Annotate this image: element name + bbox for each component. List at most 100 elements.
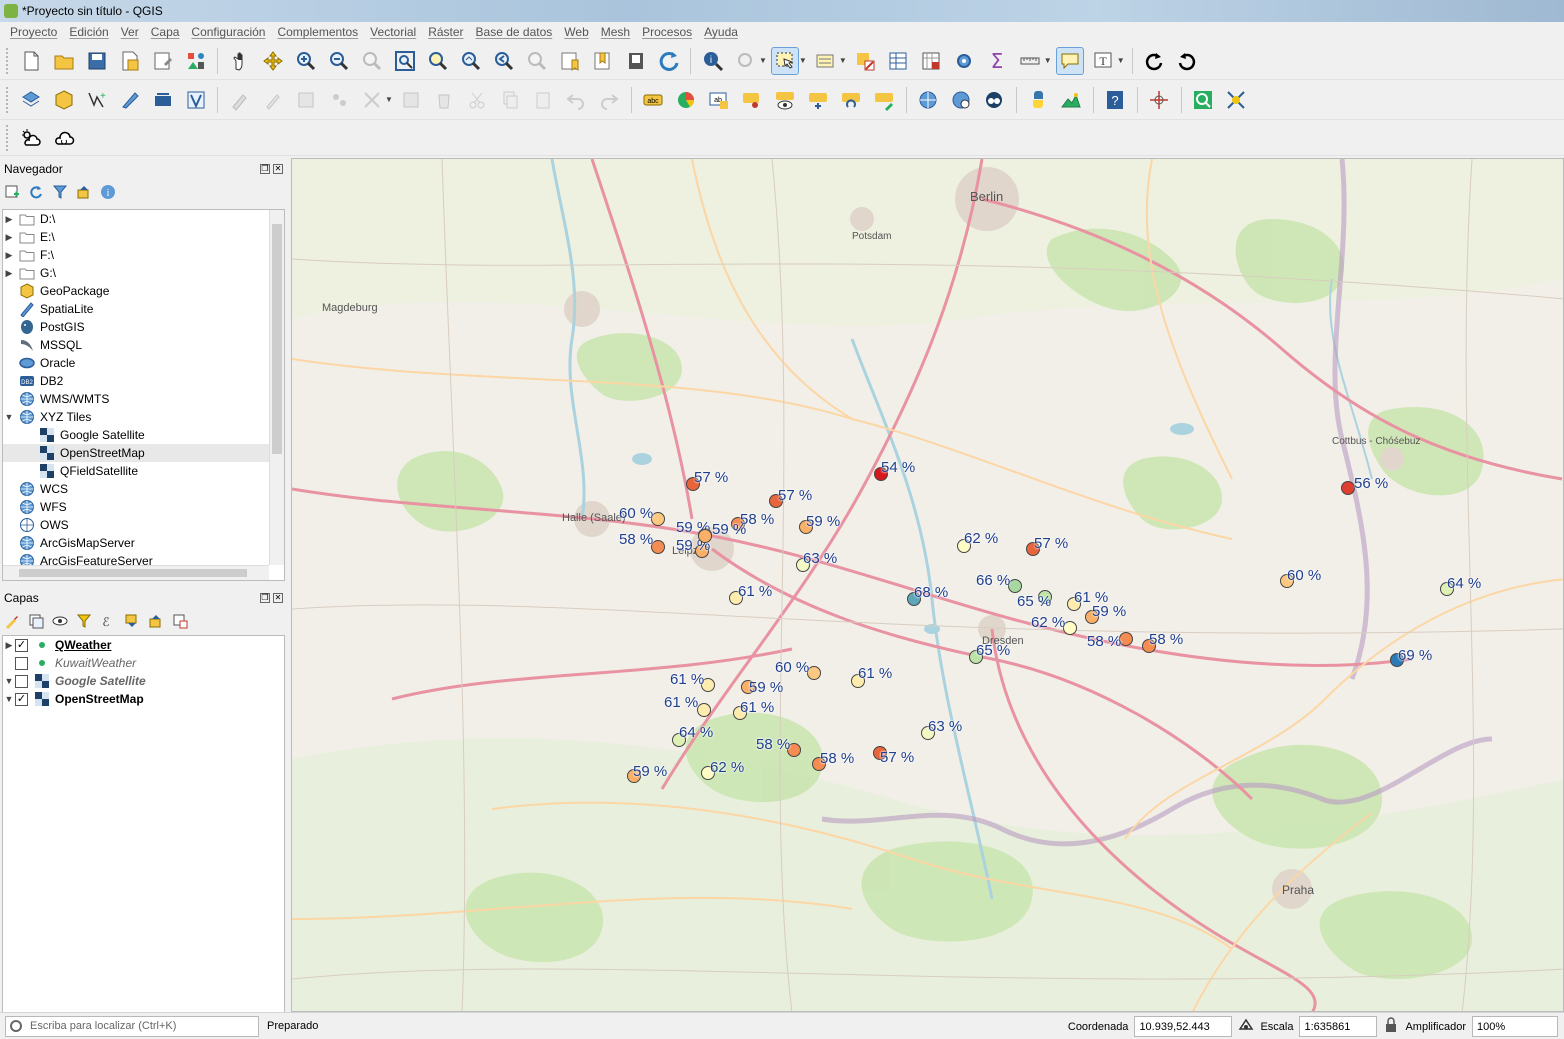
new-spatialite-icon[interactable] <box>116 86 144 114</box>
filter-legend-icon[interactable] <box>76 613 92 629</box>
layer-item[interactable]: ▶ ✓ QWeather <box>3 636 284 654</box>
chevron-down-icon[interactable]: ▼ <box>3 676 15 686</box>
navigator-item[interactable]: ▶ D:\ <box>3 210 284 228</box>
layer-item[interactable]: ▼ ✓ OpenStreetMap <box>3 690 284 708</box>
processing-toolbox-icon[interactable] <box>950 47 978 75</box>
navigator-item[interactable]: ArcGisMapServer <box>3 534 284 552</box>
help-icon[interactable]: ? <box>1101 86 1129 114</box>
attribute-table-icon[interactable] <box>884 47 912 75</box>
new-project-icon[interactable] <box>17 47 45 75</box>
select-features-icon[interactable] <box>771 46 800 75</box>
chevron-down-icon[interactable]: ▼ <box>3 694 15 704</box>
close-panel-icon[interactable]: ✕ <box>273 164 283 174</box>
pan-to-selection-icon[interactable] <box>259 47 287 75</box>
navigator-item[interactable]: ▶ F:\ <box>3 246 284 264</box>
weather-station-marker[interactable] <box>697 703 711 717</box>
menu-configuracion[interactable]: Configuración <box>185 25 271 39</box>
float-panel-icon[interactable]: ❐ <box>260 164 270 174</box>
zoom-out-icon[interactable] <box>325 47 353 75</box>
statistical-summary-icon[interactable]: Σ <box>983 47 1011 75</box>
float-panel-icon[interactable]: ❐ <box>260 593 270 603</box>
navigator-item[interactable]: Google Satellite <box>3 426 284 444</box>
field-calculator-icon[interactable] <box>917 47 945 75</box>
show-hide-labels-icon[interactable] <box>771 86 799 114</box>
menu-vectorial[interactable]: Vectorial <box>364 25 422 39</box>
rotate-clockwise-icon[interactable] <box>1140 47 1168 75</box>
menu-raster[interactable]: Ráster <box>422 25 469 39</box>
new-geopackage-icon[interactable] <box>50 86 78 114</box>
add-wms-layer-icon[interactable] <box>914 86 942 114</box>
chevron-right-icon[interactable]: ▶ <box>3 232 15 243</box>
add-group-icon[interactable] <box>28 613 44 629</box>
layer-visibility-checkbox[interactable]: ✓ <box>15 638 28 652</box>
deselect-all-icon[interactable] <box>851 47 879 75</box>
navigator-item[interactable]: SpatiaLite <box>3 300 284 318</box>
zoom-in-icon[interactable] <box>292 47 320 75</box>
scale-field[interactable]: 1:635861 <box>1299 1016 1378 1037</box>
chevron-down-icon[interactable]: ▼ <box>1044 56 1052 65</box>
close-panel-icon[interactable]: ✕ <box>273 593 283 603</box>
python-console-icon[interactable] <box>1024 86 1052 114</box>
collapse-all-icon[interactable] <box>148 613 164 629</box>
filter-icon[interactable] <box>52 184 68 200</box>
print-layout-icon[interactable] <box>149 47 177 75</box>
navigator-item[interactable]: GeoPackage <box>3 282 284 300</box>
new-virtual-layer-icon[interactable] <box>182 86 210 114</box>
plugin-tool-icon[interactable] <box>1222 86 1250 114</box>
add-wfs-layer-icon[interactable] <box>947 86 975 114</box>
lock-scale-icon[interactable] <box>1383 1017 1399 1036</box>
quick-search-icon[interactable] <box>1189 86 1217 114</box>
menu-web[interactable]: Web <box>558 25 594 39</box>
diagram-properties-icon[interactable] <box>672 86 700 114</box>
layer-styling-icon[interactable] <box>4 613 20 629</box>
navigator-item[interactable]: DB2 DB2 <box>3 372 284 390</box>
navigator-item[interactable]: Oracle <box>3 354 284 372</box>
chevron-down-icon[interactable]: ▼ <box>759 56 767 65</box>
layer-item[interactable]: ▼ Google Satellite <box>3 672 284 690</box>
menu-base-de-datos[interactable]: Base de datos <box>470 25 559 39</box>
data-source-manager-icon[interactable] <box>17 86 45 114</box>
save-as-icon[interactable] <box>116 47 144 75</box>
menu-procesos[interactable]: Procesos <box>636 25 698 39</box>
rotate-label-icon[interactable] <box>837 86 865 114</box>
filter-expression-icon[interactable]: ℰ <box>100 613 116 629</box>
map-canvas[interactable]: Berlin Magdeburg Halle (Saale) Cottbus - Ch… <box>291 158 1564 1012</box>
menu-proyecto[interactable]: Proyecto <box>4 25 63 39</box>
new-temporary-layer-icon[interactable] <box>149 86 177 114</box>
select-by-value-icon[interactable] <box>811 47 839 75</box>
navigator-item[interactable]: ▼ XYZ Tiles <box>3 408 284 426</box>
metasearch-icon[interactable] <box>980 86 1008 114</box>
weather-station-marker[interactable] <box>1341 481 1355 495</box>
rotate-counterclockwise-icon[interactable] <box>1173 47 1201 75</box>
menu-mesh[interactable]: Mesh <box>595 25 636 39</box>
chevron-down-icon[interactable]: ▼ <box>3 412 15 422</box>
navigator-item[interactable]: PostGIS <box>3 318 284 336</box>
navigator-item[interactable]: WFS <box>3 498 284 516</box>
menu-edicion[interactable]: Edición <box>63 25 114 39</box>
layer-item[interactable]: KuwaitWeather <box>3 654 284 672</box>
chevron-right-icon[interactable]: ▶ <box>3 640 15 651</box>
zoom-to-selection-icon[interactable] <box>424 47 452 75</box>
pin-labels-icon[interactable] <box>738 86 766 114</box>
move-label-icon[interactable] <box>804 86 832 114</box>
navigator-item[interactable]: WCS <box>3 480 284 498</box>
zoom-last-icon[interactable] <box>490 47 518 75</box>
manage-map-themes-icon[interactable] <box>52 613 68 629</box>
crosshair-icon[interactable] <box>1145 86 1173 114</box>
zoom-to-layer-icon[interactable] <box>457 47 485 75</box>
pan-hand-icon[interactable] <box>226 47 254 75</box>
chevron-down-icon[interactable]: ▼ <box>839 56 847 65</box>
change-label-icon[interactable] <box>870 86 898 114</box>
highlight-pinned-labels-icon[interactable]: ab <box>705 86 733 114</box>
open-project-icon[interactable] <box>50 47 78 75</box>
horizontal-scrollbar[interactable] <box>3 565 269 580</box>
zoom-full-icon[interactable] <box>391 47 419 75</box>
navigator-item[interactable]: ▶ G:\ <box>3 264 284 282</box>
layer-visibility-checkbox[interactable]: ✓ <box>15 692 28 706</box>
layer-visibility-checkbox[interactable] <box>15 656 28 670</box>
locator-search-input[interactable]: Escriba para localizar (Ctrl+K) <box>5 1015 259 1037</box>
weather-sun-cloud-icon[interactable] <box>17 124 45 152</box>
new-bookmark-icon[interactable] <box>556 47 584 75</box>
navigator-item[interactable]: OpenStreetMap <box>3 444 284 462</box>
navigator-item[interactable]: MSSQL <box>3 336 284 354</box>
